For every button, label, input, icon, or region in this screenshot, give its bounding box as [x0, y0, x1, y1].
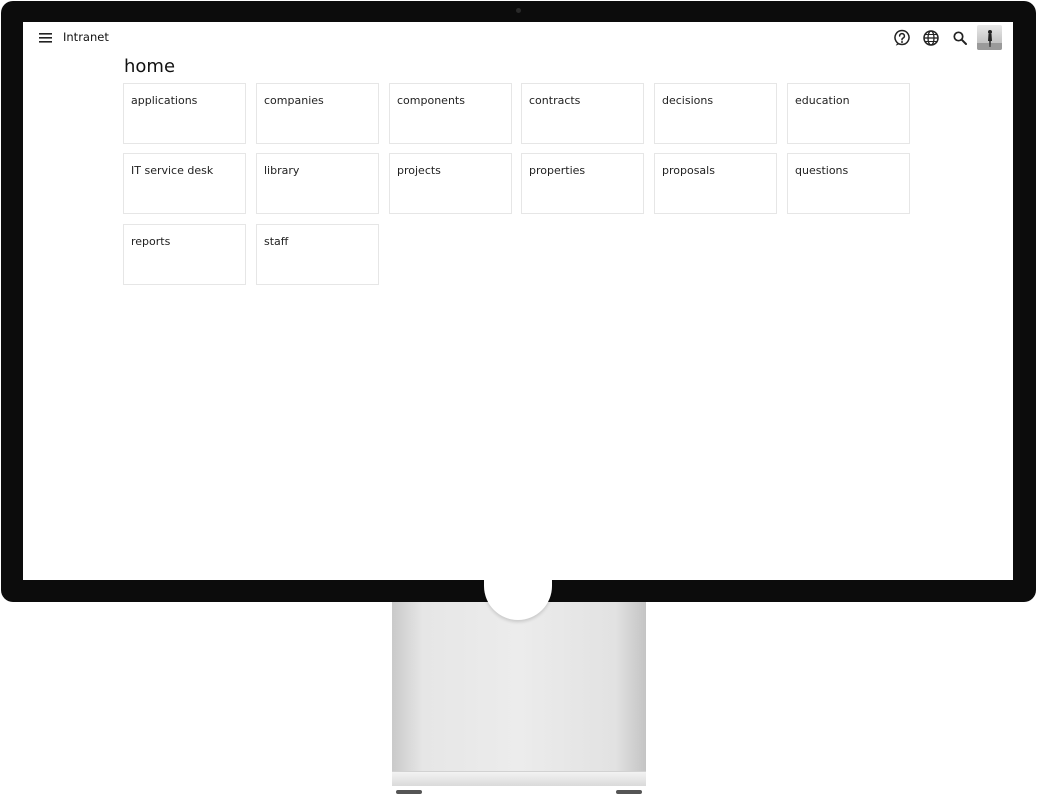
- tile-label: IT service desk: [131, 164, 214, 177]
- tile-reports[interactable]: reports: [123, 224, 246, 285]
- help-circle-icon[interactable]: [892, 28, 912, 48]
- stand-foot-right: [616, 790, 642, 794]
- tile-label: education: [795, 94, 850, 107]
- tile-label: reports: [131, 235, 171, 248]
- tile-contracts[interactable]: contracts: [521, 83, 644, 144]
- tile-label: applications: [131, 94, 198, 107]
- tile-label: decisions: [662, 94, 714, 107]
- tile-staff[interactable]: staff: [256, 224, 379, 285]
- tile-label: properties: [529, 164, 586, 177]
- app-bar: Intranet: [23, 22, 1013, 54]
- tile-label: proposals: [662, 164, 715, 177]
- tile-label: companies: [264, 94, 324, 107]
- globe-icon[interactable]: [921, 28, 941, 48]
- tile-projects[interactable]: projects: [389, 153, 512, 214]
- tile-label: projects: [397, 164, 441, 177]
- monitor-scene: Intranet home applications companies com…: [0, 0, 1037, 796]
- tile-label: contracts: [529, 94, 581, 107]
- camera-dot: [516, 8, 521, 13]
- hamburger-menu-icon[interactable]: [38, 30, 54, 46]
- user-avatar[interactable]: [977, 25, 1002, 50]
- monitor-stand: [392, 596, 646, 786]
- tile-label: staff: [264, 235, 289, 248]
- page-title: home: [124, 56, 176, 77]
- tile-label: questions: [795, 164, 849, 177]
- tile-label: library: [264, 164, 300, 177]
- tile-label: components: [397, 94, 465, 107]
- tile-properties[interactable]: properties: [521, 153, 644, 214]
- tile-library[interactable]: library: [256, 153, 379, 214]
- app-title[interactable]: Intranet: [63, 30, 109, 44]
- search-icon[interactable]: [950, 28, 970, 48]
- tile-companies[interactable]: companies: [256, 83, 379, 144]
- tile-decisions[interactable]: decisions: [654, 83, 777, 144]
- tile-components[interactable]: components: [389, 83, 512, 144]
- tile-applications[interactable]: applications: [123, 83, 246, 144]
- tile-proposals[interactable]: proposals: [654, 153, 777, 214]
- tile-questions[interactable]: questions: [787, 153, 910, 214]
- tile-education[interactable]: education: [787, 83, 910, 144]
- screen: Intranet home applications companies com…: [23, 22, 1013, 580]
- stand-foot-left: [396, 790, 422, 794]
- tile-it-service-desk[interactable]: IT service desk: [123, 153, 246, 214]
